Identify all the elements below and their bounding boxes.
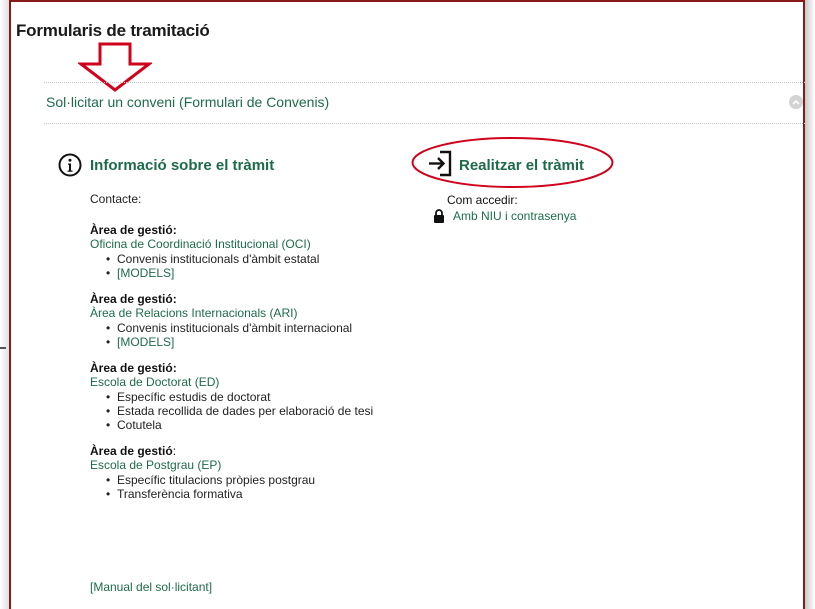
list-item: Transferència formativa — [106, 487, 410, 501]
area-label: Àrea de gestió: — [90, 444, 410, 458]
info-circle-icon — [58, 153, 82, 177]
info-section: Contacte: Àrea de gestió: Oficina de Coo… — [90, 192, 410, 513]
area-label: Àrea de gestió: — [90, 292, 177, 306]
office-link-ep[interactable]: Escola de Postgrau (EP) — [90, 458, 410, 472]
area-block-ari: Àrea de gestió: Àrea de Relacions Intern… — [90, 292, 410, 349]
models-link-ari[interactable]: [MODELS] — [117, 335, 410, 349]
info-heading: Informació sobre el tràmit — [90, 157, 275, 174]
procedure-section: Com accedir: Amb NIU i contrasenya — [434, 193, 576, 223]
lock-icon — [434, 209, 444, 223]
collapse-button[interactable] — [789, 95, 803, 109]
list-item: Específic titulacions pròpies postgrau — [106, 473, 410, 487]
manual-link[interactable]: [Manual del sol·licitant] — [90, 580, 212, 594]
office-link-ed[interactable]: Escola de Doctorat (ED) — [90, 375, 410, 389]
office-link-oci[interactable]: Oficina de Coordinació Institucional (OC… — [90, 237, 410, 251]
area-block-ed: Àrea de gestió: Escola de Doctorat (ED) … — [90, 361, 410, 432]
area-items: Específic titulacions pròpies postgrau T… — [90, 473, 410, 501]
sign-in-icon — [429, 150, 452, 177]
page-title: Formularis de tramitació — [16, 21, 210, 40]
area-label: Àrea de gestió: — [90, 361, 177, 375]
contact-label: Contacte: — [90, 192, 142, 206]
area-label-colon: : — [172, 444, 177, 458]
area-items: Específic estudis de doctorat Estada rec… — [90, 390, 410, 432]
niu-login-link[interactable]: Amb NIU i contrasenya — [453, 209, 576, 223]
list-item: Estada recollida de dades per elaboració… — [106, 404, 410, 418]
right-shadow — [805, 0, 815, 609]
area-items: Convenis institucionals d'àmbit internac… — [90, 321, 410, 349]
list-item: Convenis institucionals d'àmbit estatal — [106, 252, 410, 266]
models-link-oci[interactable]: [MODELS] — [117, 266, 410, 280]
red-down-arrow-icon — [78, 42, 152, 92]
list-item: Convenis institucionals d'àmbit internac… — [106, 321, 410, 335]
access-label: Com accedir: — [447, 193, 518, 207]
area-block-ep: Àrea de gestió: Escola de Postgrau (EP) … — [90, 444, 410, 501]
procedure-heading[interactable]: Realitzar el tràmit — [459, 157, 584, 174]
area-block-oci: Àrea de gestió: Oficina de Coordinació I… — [90, 223, 410, 280]
area-items: Convenis institucionals d'àmbit estatal … — [90, 252, 410, 280]
access-row: Amb NIU i contrasenya — [433, 209, 576, 223]
edge-marker — [0, 347, 6, 349]
list-item: Específic estudis de doctorat — [106, 390, 410, 404]
area-label-text: Àrea de gestió — [90, 444, 173, 458]
area-label: Àrea de gestió: — [90, 223, 177, 237]
divider-bottom — [44, 123, 805, 124]
left-shadow — [0, 0, 9, 609]
accordion-title[interactable]: Sol·licitar un conveni (Formulari de Con… — [46, 94, 329, 110]
chevron-up-icon — [792, 99, 800, 105]
divider-top — [44, 82, 805, 83]
list-item: Cotutela — [106, 418, 410, 432]
office-link-ari[interactable]: Àrea de Relacions Internacionals (ARI) — [90, 306, 410, 320]
